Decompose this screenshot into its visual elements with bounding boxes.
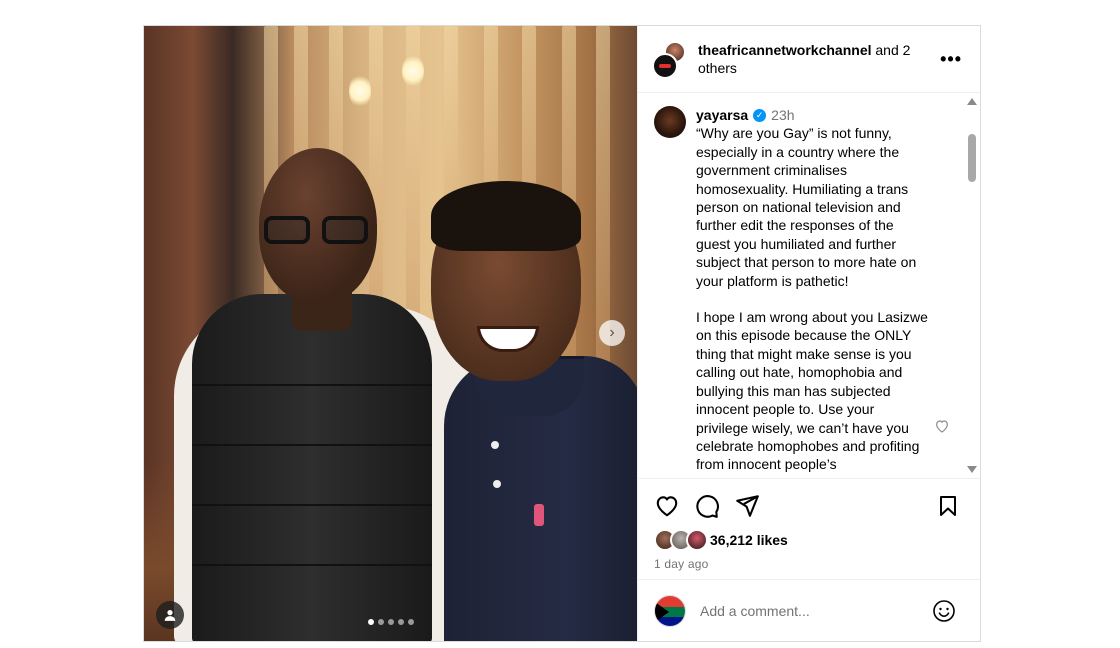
carousel-dot xyxy=(367,619,374,625)
comment-icon[interactable] xyxy=(694,493,720,519)
caption: yayarsa ✓ 23h “Why are you Gay” is not f… xyxy=(654,106,954,474)
more-horizontal-icon[interactable]: ••• xyxy=(936,49,966,70)
post-authors: theafricannetworkchannel and 2 others xyxy=(698,41,936,77)
comments-scroll-area[interactable]: yayarsa ✓ 23h “Why are you Gay” is not f… xyxy=(638,94,980,478)
likes-count[interactable]: 36,212 likes xyxy=(710,532,788,548)
chevron-right-icon[interactable]: › xyxy=(599,320,625,346)
carousel-indicator xyxy=(144,619,637,625)
scrollbar[interactable] xyxy=(964,94,980,478)
caption-like-heart-icon[interactable] xyxy=(934,418,950,439)
caption-time[interactable]: 23h xyxy=(771,106,794,124)
scrollbar-thumb[interactable] xyxy=(968,134,976,182)
share-icon[interactable] xyxy=(734,493,760,519)
author-username[interactable]: theafricannetworkchannel xyxy=(698,42,872,58)
post-media[interactable]: › xyxy=(144,26,637,641)
caption-text: “Why are you Gay” is not funny, especial… xyxy=(696,124,928,473)
carousel-dot xyxy=(407,619,414,625)
caption-paragraph: I hope I am wrong about you Lasizwe on t… xyxy=(696,309,928,473)
scroll-down-arrow-icon[interactable] xyxy=(967,466,977,473)
emoji-icon[interactable] xyxy=(932,599,956,623)
author-avatars[interactable] xyxy=(652,41,688,79)
user-avatar[interactable] xyxy=(654,594,686,627)
post-actions: 36,212 likes 1 day ago xyxy=(638,478,980,571)
scroll-up-arrow-icon[interactable] xyxy=(967,98,977,105)
verified-badge-icon: ✓ xyxy=(753,108,767,122)
caption-paragraph: “Why are you Gay” is not funny, especial… xyxy=(696,125,917,289)
carousel-dot xyxy=(397,619,404,625)
heart-icon[interactable] xyxy=(654,493,680,519)
bookmark-icon[interactable] xyxy=(936,494,960,518)
comment-input[interactable] xyxy=(700,602,932,619)
post-date[interactable]: 1 day ago xyxy=(654,557,964,571)
comment-bar xyxy=(638,579,980,641)
liker-avatars[interactable] xyxy=(654,529,708,551)
carousel-dot xyxy=(377,619,384,625)
carousel-dot xyxy=(387,619,394,625)
post-side-panel: theafricannetworkchannel and 2 others ••… xyxy=(637,26,980,641)
post-header: theafricannetworkchannel and 2 others ••… xyxy=(638,26,980,93)
caption-avatar[interactable] xyxy=(654,106,686,138)
caption-username[interactable]: yayarsa xyxy=(696,106,748,124)
instagram-post: › theafricannetworkchannel and 2 others … xyxy=(143,25,981,642)
